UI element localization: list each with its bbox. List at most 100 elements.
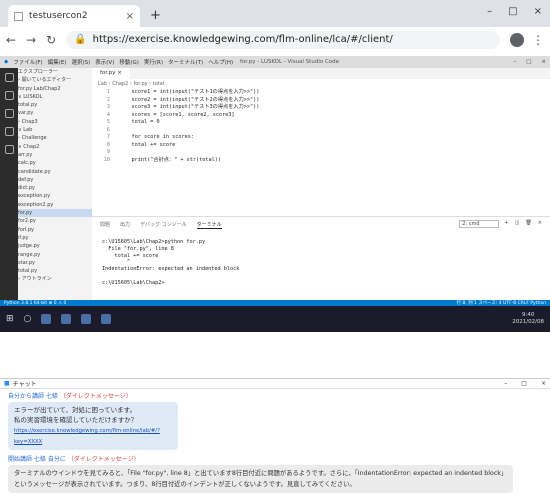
sidebar-item[interactable]: › アウトライン	[18, 275, 92, 283]
menu-view[interactable]: 表示(V)	[95, 58, 114, 66]
sidebar-item[interactable]: for2.py	[18, 217, 92, 225]
line-number: 7	[106, 134, 110, 140]
menu-run[interactable]: 実行(R)	[144, 58, 163, 66]
sidebar-item[interactable]: ∨ Lab	[18, 126, 92, 134]
line-number: 1	[106, 89, 110, 95]
start-icon[interactable]: ⊞	[6, 314, 14, 324]
sidebar-item[interactable]: star.py	[18, 259, 92, 267]
kill-terminal-icon[interactable]: 🗑	[525, 220, 531, 228]
menu-terminal[interactable]: ターミナル(T)	[168, 58, 203, 66]
explorer-icon[interactable]	[4, 73, 14, 82]
line-number: 8	[106, 141, 110, 148]
vscode-close[interactable]: ×	[541, 59, 546, 65]
menu-edit[interactable]: 編集(E)	[48, 58, 67, 66]
tab-close-icon[interactable]: ×	[126, 11, 134, 22]
code-line: 6	[92, 127, 550, 135]
vscode-minimize[interactable]: –	[513, 59, 516, 65]
vscode-taskbar-icon[interactable]	[101, 314, 112, 324]
status-left[interactable]: Python 3.8.1 64-bit ⊗ 0 ⚠ 0	[4, 301, 66, 306]
chat-message: 開始講師 七條 自分に （ダイレクトメッセージ） ターミナルのウインドウを見てみ…	[0, 452, 550, 495]
code-view[interactable]: 1 score1 = int(input("テスト1の得点を入力>>")) 2 s…	[92, 89, 550, 164]
chat-maximize[interactable]: □	[521, 380, 527, 387]
taskbar-clock[interactable]: 9:40 2021/02/08	[512, 312, 544, 326]
profile-avatar[interactable]	[510, 32, 524, 47]
explorer-sidebar: エクスプローラー › 開いているエディター for.py Lab/Chap2 ∨ L…	[18, 68, 92, 300]
sidebar-item[interactable]: judge.py	[18, 242, 92, 250]
task-view-icon[interactable]	[41, 314, 52, 324]
sidebar-item[interactable]: for.py	[18, 209, 92, 218]
maximize-button[interactable]: □	[508, 6, 517, 17]
sidebar-item[interactable]: var.py	[18, 109, 92, 117]
vscode-maximize[interactable]: □	[526, 59, 531, 65]
address-bar[interactable]: 🔒 https://exercise.knowledgewing.com/flm…	[66, 30, 500, 49]
chat-close[interactable]: ×	[541, 380, 546, 387]
activity-bar	[0, 68, 18, 300]
terminal-select[interactable]: 2: cmd	[459, 220, 499, 228]
browser-chrome: testusercon2 × + – □ × ← → ↻ 🔒 https://e…	[0, 0, 550, 52]
sidebar-item[interactable]: › Chap3	[18, 118, 92, 126]
panel-tab[interactable]: ターミナル	[196, 221, 222, 229]
sidebar-item[interactable]: total.py	[18, 267, 92, 275]
vscode-logo-icon: ◆	[4, 59, 9, 65]
sidebar-item[interactable]: ∨ Chap2	[18, 143, 92, 151]
sidebar-item[interactable]: › 開いているエディター	[18, 76, 92, 84]
close-button[interactable]: ×	[534, 6, 542, 17]
message-tag: （ダイレクトメッセージ）	[59, 393, 132, 400]
menu-select[interactable]: 選択(S)	[71, 58, 90, 66]
browser-tab[interactable]: testusercon2 ×	[8, 5, 140, 27]
editor-tab-for-py[interactable]: for.py ×	[92, 68, 130, 79]
sidebar-item[interactable]: for.py Lab/Chap2	[18, 85, 92, 93]
message-header: 自分から講師 七條 （ダイレクトメッセージ）	[8, 391, 542, 400]
sidebar-item[interactable]: exception2.py	[18, 201, 92, 209]
minimize-button[interactable]: –	[487, 6, 492, 17]
message-link[interactable]: https://exercise.knowledgewing.com/flm-o…	[14, 428, 160, 445]
forward-icon[interactable]: →	[26, 33, 36, 47]
url-text: https://exercise.knowledgewing.com/flm-o…	[92, 34, 393, 45]
line-number: 3	[106, 104, 110, 110]
code-text: total += score	[119, 141, 176, 148]
sidebar-item[interactable]: candidate.py	[18, 168, 92, 176]
panel-tab[interactable]: 出力	[120, 221, 130, 229]
sidebar-item[interactable]: calc.py	[18, 159, 92, 167]
sidebar-item[interactable]: arr.py	[18, 151, 92, 159]
code-line: 2 score2 = int(input("テスト2の得点を入力>>"))	[92, 97, 550, 105]
code-text: print("合計点：" + str(total))	[119, 156, 221, 163]
sidebar-item[interactable]: total.py	[18, 101, 92, 109]
chat-title: チャット	[12, 381, 37, 388]
chat-minimize[interactable]: –	[504, 380, 507, 387]
sidebar-item[interactable]: › Challenge	[18, 134, 92, 142]
terminal-output[interactable]: c:\U15605\Lab\Chap2>python for.py File "…	[92, 233, 550, 293]
sidebar-item[interactable]: エクスプローラー	[18, 68, 92, 76]
sidebar-item[interactable]: def.py	[18, 176, 92, 184]
split-terminal-icon[interactable]: ◫	[515, 220, 520, 228]
search-icon[interactable]	[4, 91, 14, 100]
taskbar-search-icon[interactable]: ○	[24, 314, 32, 324]
menu-go[interactable]: 移動(G)	[119, 58, 139, 66]
panel-tab[interactable]: デバッグ コンソール	[140, 221, 187, 229]
reload-icon[interactable]: ↻	[46, 33, 56, 47]
extensions-icon[interactable]	[4, 145, 14, 154]
new-tab-button[interactable]: +	[150, 8, 161, 23]
run-debug-icon[interactable]	[4, 127, 14, 136]
favicon-icon	[14, 11, 23, 21]
file-explorer-icon[interactable]	[81, 314, 92, 324]
edge-icon[interactable]	[61, 314, 72, 324]
message-line: 私の実習環境を確認していただけますか？	[14, 416, 138, 424]
new-terminal-icon[interactable]: +	[505, 220, 509, 228]
sidebar-item[interactable]: ∨ LUSKOL	[18, 93, 92, 101]
menu-file[interactable]: ファイル(F)	[13, 58, 42, 66]
sidebar-item[interactable]: range.py	[18, 251, 92, 259]
back-icon[interactable]: ←	[6, 33, 16, 47]
source-control-icon[interactable]	[4, 109, 14, 118]
panel-close-icon[interactable]: ×	[538, 220, 542, 228]
sidebar-item[interactable]: dict.py	[18, 184, 92, 192]
message-header: 開始講師 七條 自分に （ダイレクトメッセージ）	[8, 454, 542, 463]
sidebar-item[interactable]: forl.py	[18, 226, 92, 234]
vscode-window-controls: – □ ×	[513, 59, 546, 65]
breadcrumb[interactable]: Lab › Chap2 › for.py › total	[92, 79, 550, 89]
panel-tab[interactable]: 問題	[100, 221, 110, 229]
sidebar-item[interactable]: if.py	[18, 234, 92, 242]
menu-icon[interactable]: ⋮	[532, 33, 544, 47]
menu-help[interactable]: ヘルプ(H)	[208, 58, 233, 66]
sidebar-item[interactable]: exception.py	[18, 192, 92, 200]
